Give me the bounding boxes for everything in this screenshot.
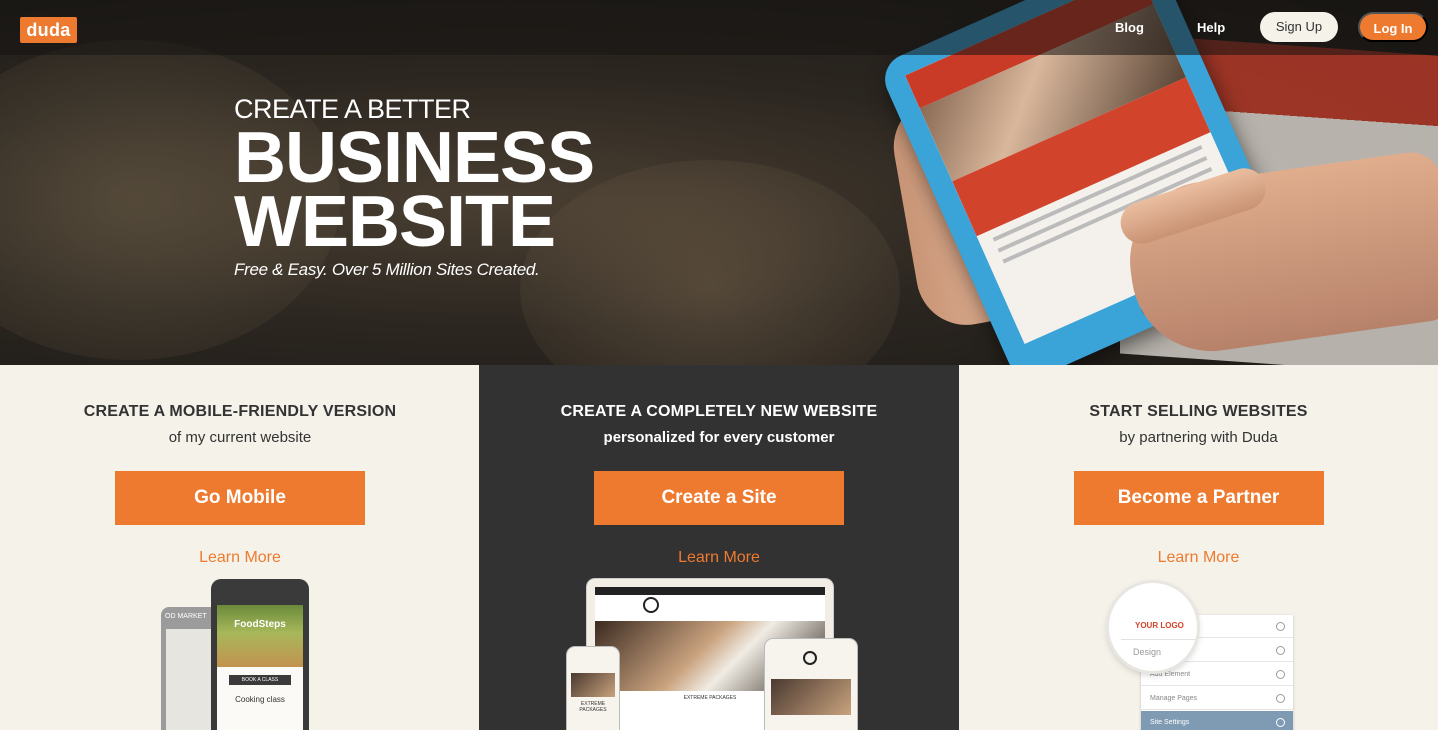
design-text: Design <box>1133 647 1162 657</box>
become-partner-button[interactable]: Become a Partner <box>1073 471 1324 525</box>
partner-column: START SELLING WEBSITES by partnering wit… <box>959 365 1438 730</box>
phone-illustration: EXTREME PACKAGES <box>567 647 619 730</box>
go-mobile-button[interactable]: Go Mobile <box>115 471 365 525</box>
column-title: CREATE A MOBILE-FRIENDLY VERSION <box>83 403 397 420</box>
login-button[interactable]: Log In <box>1358 12 1428 42</box>
panel-row-site-settings: Site Settings <box>1141 711 1293 730</box>
column-subtitle: personalized for every customer <box>603 429 835 446</box>
column-title: CREATE A COMPLETELY NEW WEBSITE <box>560 403 878 420</box>
top-navigation: duda Blog Help Sign Up Log In <box>0 0 1438 55</box>
phone-front-illustration: FoodSteps BOOK A CLASS Cooking class <box>211 579 309 730</box>
learn-more-link[interactable]: Learn More <box>1158 549 1240 567</box>
phone-caption: EXTREME PACKAGES <box>579 701 607 713</box>
column-subtitle: of my current website <box>168 429 312 446</box>
phone-back-text: OD MARKET <box>165 613 207 620</box>
phone-button: BOOK A CLASS <box>229 675 291 685</box>
create-site-column: CREATE A COMPLETELY NEW WEBSITE personal… <box>479 365 959 730</box>
nav-blog-link[interactable]: Blog <box>1115 20 1144 35</box>
hero-text: CREATE A BETTER BUSINESS WEBSITE Free & … <box>234 92 595 280</box>
tablet-illustration <box>765 639 857 730</box>
your-logo-text: YOUR LOGO <box>1135 621 1184 630</box>
phone-caption: Cooking class <box>235 695 285 704</box>
hero-title-line1: BUSINESS <box>234 118 595 198</box>
hero-title-line2: WEBSITE <box>234 182 556 262</box>
phone-brand: FoodSteps <box>234 619 286 630</box>
mobile-column: CREATE A MOBILE-FRIENDLY VERSION of my c… <box>0 365 480 730</box>
hero-subtitle: Free & Easy. Over 5 Million Sites Create… <box>234 260 540 279</box>
learn-more-link[interactable]: Learn More <box>199 549 281 567</box>
signup-button[interactable]: Sign Up <box>1260 12 1338 42</box>
duda-logo[interactable]: duda <box>20 17 77 43</box>
magnifier-illustration: YOUR LOGO Design <box>1109 583 1197 671</box>
column-title: START SELLING WEBSITES <box>1089 403 1308 420</box>
learn-more-link[interactable]: Learn More <box>678 549 760 567</box>
panel-row-manage-pages: Manage Pages <box>1141 687 1293 710</box>
hero-section: CREATE A BETTER BUSINESS WEBSITE Free & … <box>0 0 1438 365</box>
nav-help-link[interactable]: Help <box>1197 20 1225 35</box>
create-site-button[interactable]: Create a Site <box>594 471 844 525</box>
column-subtitle: by partnering with Duda <box>1119 429 1278 446</box>
